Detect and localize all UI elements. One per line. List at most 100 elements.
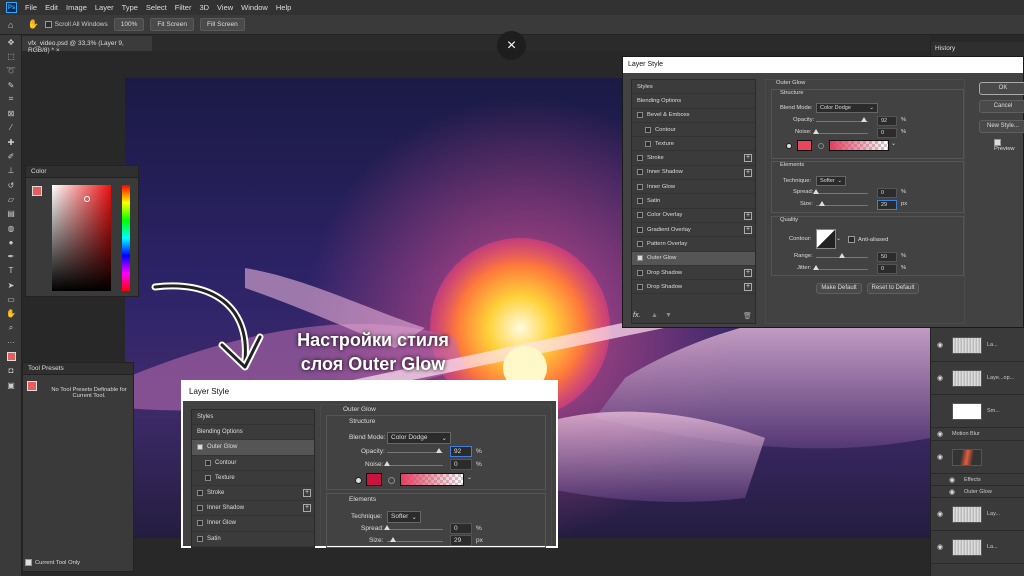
preview-checkbox[interactable]: Preview [994,139,1023,152]
zoom-spread-slider[interactable] [387,529,443,530]
spread-input[interactable]: 0 [877,188,897,198]
fx-menu-icon[interactable]: fx. [633,312,640,319]
clone-stamp-tool-icon[interactable]: ⊥ [0,164,22,178]
screen-mode-icon[interactable]: ▣ [0,378,22,392]
saturation-value-field[interactable] [52,185,111,291]
style-row[interactable]: Texture [632,137,755,152]
hand-tool-icon[interactable]: ✋ [0,307,22,321]
zoom-gradient-dropdown-icon[interactable]: ⌄ [467,475,472,481]
zoom-noise-slider[interactable] [387,465,443,466]
move-down-icon[interactable]: ▼ [665,312,672,319]
style-row[interactable]: Drop Shadow + [632,266,755,281]
zoom-style-row[interactable]: Blending Options [192,425,314,441]
lasso-tool-icon[interactable]: ➰ [0,64,22,78]
gradient-tool-icon[interactable]: ▤ [0,207,22,221]
foreground-color-swatch[interactable] [0,350,22,364]
add-icon[interactable]: + [303,504,311,513]
noise-input[interactable]: 0 [877,128,897,138]
anti-aliased-checkbox[interactable]: Anti-aliased [848,236,888,243]
menu-filter[interactable]: Filter [175,3,192,12]
style-row[interactable]: Gradient Overlay + [632,223,755,238]
visibility-eye-icon[interactable]: ◉ [937,430,947,438]
brush-tool-icon[interactable]: ✐ [0,149,22,163]
fill-screen-button[interactable]: Fill Screen [200,18,245,31]
zoom-glow-color-swatch[interactable] [366,473,382,486]
zoom-blend-mode-select[interactable]: Color Dodge ⌄ [387,432,451,444]
history-brush-tool-icon[interactable]: ↺ [0,178,22,192]
layer-row[interactable]: ◉ La... [931,531,1024,564]
spread-slider-knob[interactable] [813,189,819,194]
add-icon[interactable]: + [303,488,311,497]
layer-row[interactable]: ◉ Laye...op... [931,362,1024,395]
visibility-eye-icon[interactable]: ◉ [937,341,947,349]
zoom-style-row[interactable]: Inner Shadow + [192,501,314,517]
visibility-eye-icon[interactable]: ◉ [937,374,947,382]
healing-brush-tool-icon[interactable]: ✚ [0,135,22,149]
zoom-style-row-selected[interactable]: Outer Glow [192,440,314,456]
technique-select[interactable]: Softer ⌄ [816,176,846,186]
gradient-radio[interactable] [818,143,824,149]
eyedropper-tool-icon[interactable]: ⁄ [0,121,22,135]
move-tool-icon[interactable]: ✥ [0,35,22,49]
close-overlay-icon[interactable]: × [497,31,526,60]
menu-type[interactable]: Type [122,3,138,12]
style-checkbox[interactable] [197,520,203,527]
marquee-tool-icon[interactable]: ⬚ [0,49,22,63]
visibility-eye-icon[interactable]: ◉ [949,488,959,496]
eraser-tool-icon[interactable]: ▱ [0,192,22,206]
glow-gradient-swatch[interactable] [829,140,889,151]
quick-select-tool-icon[interactable]: ✎ [0,78,22,92]
document-tab[interactable]: vfx_video.psd @ 33,3% (Layer 9, RGB/8) *… [22,36,152,54]
zoom-style-row[interactable]: Contour [192,456,314,471]
style-checkbox[interactable] [637,283,643,290]
blur-tool-icon[interactable]: ◍ [0,221,22,235]
zoom-tool-icon[interactable]: ⌕ [0,321,22,335]
quick-mask-icon[interactable]: ◘ [0,364,22,378]
effects-row[interactable]: ◉ Effects [931,474,1024,486]
style-checkbox[interactable] [637,240,643,247]
style-row[interactable]: Drop Shadow + [632,280,755,295]
contour-dropdown-icon[interactable]: ⌄ [836,236,841,242]
type-tool-icon[interactable]: T [0,264,22,278]
dodge-tool-icon[interactable]: ● [0,235,22,249]
style-checkbox[interactable] [637,198,643,205]
zoom-size-input[interactable]: 29 [450,535,472,546]
style-row-selected[interactable]: Outer Glow [632,251,755,266]
filter-row[interactable]: ◉ Motion Blur [931,428,1024,441]
layer-row[interactable]: ◉ Lay... [931,498,1024,531]
zoom-technique-select[interactable]: Softer ⌄ [387,511,421,523]
add-icon[interactable]: + [744,211,752,220]
noise-slider-knob[interactable] [813,129,819,134]
cancel-button[interactable]: Cancel [979,100,1024,113]
range-input[interactable]: 50 [877,252,897,262]
style-checkbox[interactable] [637,169,643,176]
add-icon[interactable]: + [744,154,752,163]
style-row[interactable]: Blending Options [632,94,755,109]
zoom-opacity-input[interactable]: 92 [450,446,472,457]
menu-edit[interactable]: Edit [45,3,58,12]
jitter-input[interactable]: 0 [877,264,897,274]
tab-close-icon[interactable]: × [56,47,60,54]
spread-slider[interactable] [816,193,868,194]
solid-color-radio[interactable] [786,143,792,149]
add-icon[interactable]: + [744,283,752,292]
menu-layer[interactable]: Layer [95,3,114,12]
zoom-spread-input[interactable]: 0 [450,523,472,534]
menu-select[interactable]: Select [146,3,167,12]
add-icon[interactable]: + [744,225,752,234]
pen-tool-icon[interactable]: ✒ [0,249,22,263]
zoom-size-slider-knob[interactable] [390,537,397,542]
zoom-gradient-radio[interactable] [388,477,395,484]
add-icon[interactable]: + [744,268,752,277]
menu-view[interactable]: View [217,3,233,12]
style-checkbox[interactable] [645,140,651,147]
scroll-all-windows-checkbox[interactable]: Scroll All Windows [44,20,108,28]
style-row[interactable]: Inner Shadow + [632,166,755,181]
style-checkbox[interactable] [645,126,651,133]
jitter-slider-knob[interactable] [813,265,819,270]
style-checkbox[interactable] [197,535,203,542]
add-icon[interactable]: + [744,168,752,177]
color-picker-handle[interactable] [84,196,90,202]
style-row[interactable]: Contour [632,123,755,138]
style-row[interactable]: Inner Glow [632,180,755,195]
